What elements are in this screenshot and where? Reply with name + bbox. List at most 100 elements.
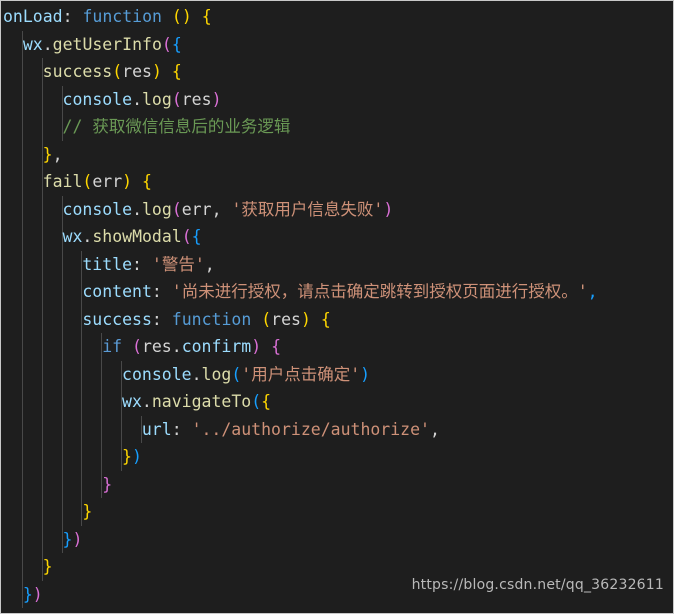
code-line[interactable]: title: '警告', (1, 251, 673, 279)
code-token: url (141, 419, 172, 439)
code-token: : (151, 282, 172, 301)
code-token: 获取微信信息后的业务逻辑 (92, 117, 291, 136)
code-line[interactable]: wx.getUserInfo({ (1, 31, 673, 59)
code-token: ) (151, 62, 162, 81)
code-token: wx (62, 227, 83, 246)
code-token: onLoad (3, 7, 63, 26)
code-token: ' (231, 199, 242, 219)
code-line[interactable]: }) (1, 443, 673, 471)
code-token: 获取用户信息失败 (241, 199, 374, 219)
code-token: log (142, 199, 172, 219)
code-token: , (204, 254, 215, 274)
code-token: } (102, 474, 113, 494)
code-token: ) (122, 172, 133, 191)
code-line-content: wx.navigateTo({ (120, 388, 271, 416)
code-line[interactable]: console.log('用户点击确定') (1, 361, 673, 389)
code-token: wx (22, 34, 43, 54)
code-token: showModal (92, 227, 182, 246)
code-line-content: if (res.confirm) { (100, 333, 281, 361)
code-line[interactable]: wx.navigateTo({ (1, 388, 673, 416)
code-token: ) (300, 309, 311, 329)
code-token: { (171, 34, 182, 54)
code-token: ' (171, 282, 182, 301)
code-token: 用户点击确定 (251, 364, 351, 384)
code-token: . (132, 199, 142, 219)
code-token: ' (151, 254, 162, 274)
code-token: getUserInfo (52, 34, 162, 54)
code-token: { (142, 172, 152, 191)
code-token: console (62, 199, 133, 219)
code-line[interactable]: } (1, 471, 673, 499)
code-token: err (92, 172, 123, 191)
code-line[interactable]: }) (1, 526, 673, 554)
code-token: , (587, 282, 598, 301)
code-token: log (201, 364, 232, 384)
code-token: : (171, 419, 192, 439)
code-line[interactable]: onLoad: function () { (1, 3, 673, 31)
code-token: . (141, 392, 152, 411)
code-line[interactable]: wx.showModal({ (1, 223, 673, 251)
code-token: console (122, 364, 192, 384)
code-token: ' (350, 364, 361, 384)
code-token: log (142, 89, 172, 109)
code-line-content: wx.getUserInfo({ (21, 31, 182, 59)
code-line[interactable]: fail(err) { (1, 168, 673, 196)
code-token: navigateTo (151, 392, 252, 411)
code-line[interactable]: console.log(err, '获取用户信息失败') (1, 196, 673, 224)
code-token: console (62, 89, 133, 109)
code-token: ( (161, 34, 172, 54)
code-token: ( (112, 62, 123, 81)
code-token: ( (132, 337, 142, 356)
code-token: success (82, 309, 152, 329)
code-token: { (191, 227, 202, 246)
code-token: ) (360, 364, 371, 384)
code-line-content: // 获取微信信息后的业务逻辑 (61, 113, 291, 141)
code-token: , (52, 144, 63, 164)
code-surface[interactable]: onLoad: function () {wx.getUserInfo({suc… (1, 1, 673, 613)
code-line[interactable]: success: function (res) { (1, 306, 673, 334)
code-token: ( (82, 172, 93, 191)
code-token: ( (171, 199, 182, 219)
code-line[interactable]: }, (1, 141, 673, 169)
code-token: . (191, 364, 202, 384)
code-token: ' (373, 199, 384, 219)
code-line-content: }, (41, 141, 63, 169)
code-token: () (171, 7, 192, 26)
code-token: ) (72, 529, 83, 549)
code-line[interactable]: // 获取微信信息后的业务逻辑 (1, 113, 673, 141)
code-line-content: success(res) { (41, 58, 182, 86)
code-token: function (171, 309, 252, 329)
code-token: ' (577, 282, 588, 301)
code-line-content: } (41, 553, 53, 581)
code-token: confirm (181, 337, 252, 356)
code-line[interactable]: } (1, 498, 673, 526)
code-token: ( (171, 89, 182, 109)
code-line[interactable]: success(res) { (1, 58, 673, 86)
code-line-content: }) (120, 443, 142, 471)
code-line-content: title: '警告', (80, 251, 214, 279)
code-line-content: } (100, 471, 112, 499)
code-token: err (181, 199, 212, 219)
code-line-content: console.log('用户点击确定') (120, 361, 370, 389)
code-token: ( (251, 392, 262, 411)
code-token: content (82, 282, 152, 301)
code-line[interactable]: if (res.confirm) { (1, 333, 673, 361)
code-line[interactable]: url: '../authorize/authorize', (1, 416, 673, 444)
code-token: title (82, 254, 133, 274)
code-line-content: wx.showModal({ (61, 223, 202, 251)
code-token: res (181, 89, 212, 109)
code-token: . (132, 89, 142, 109)
code-token: . (82, 227, 93, 246)
code-token: : (62, 7, 83, 26)
code-token: { (320, 309, 331, 329)
code-line[interactable]: content: '尚未进行授权，请点击确定跳转到授权页面进行授权。', (1, 278, 673, 306)
code-line-content: }) (61, 526, 83, 554)
code-token: : (151, 309, 172, 329)
code-line[interactable]: console.log(res) (1, 86, 673, 114)
code-token: fail (42, 172, 83, 191)
code-editor-window[interactable]: onLoad: function () {wx.getUserInfo({suc… (0, 0, 674, 614)
